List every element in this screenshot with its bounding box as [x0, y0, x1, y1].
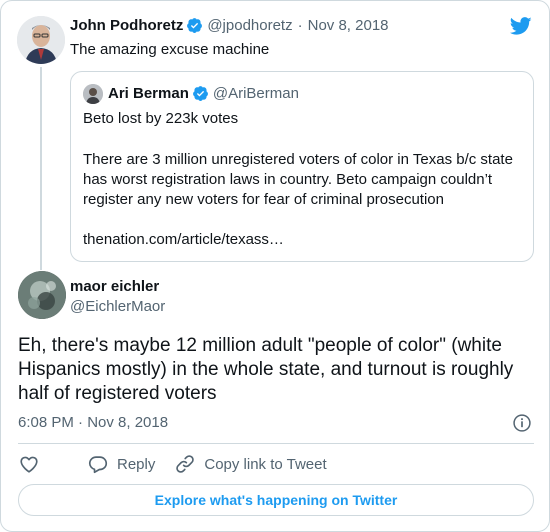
reply-label: Reply	[117, 455, 156, 473]
info-icon[interactable]	[512, 413, 532, 433]
quoted-text-line: has worst registration laws in country. …	[83, 171, 493, 188]
avatar[interactable]	[83, 84, 103, 104]
reply-bubble-icon	[88, 456, 108, 474]
avatar[interactable]	[18, 271, 66, 319]
verified-badge-icon	[192, 86, 208, 101]
author-handle[interactable]: @AriBerman	[213, 85, 299, 102]
author-handle[interactable]: @jpodhoretz	[207, 17, 292, 34]
parent-author-row: John Podhoretz @jpodhoretz · Nov 8, 2018	[70, 17, 389, 34]
tweet-embed-card: John Podhoretz @jpodhoretz · Nov 8, 2018…	[0, 0, 550, 532]
avatar[interactable]	[17, 16, 65, 64]
parent-tweet-text: The amazing excuse machine	[70, 41, 270, 58]
quoted-link[interactable]: thenation.com/article/texass…	[83, 230, 284, 250]
separator-dot: ·	[297, 17, 303, 34]
copy-link-label: Copy link to Tweet	[204, 455, 327, 473]
tweet-text: Eh, there's maybe 12 million adult "peop…	[18, 335, 514, 404]
link-icon	[176, 455, 195, 473]
author-name[interactable]: Ari Berman	[108, 85, 189, 102]
quoted-author-row: Ari Berman @AriBerman	[108, 85, 299, 102]
verified-badge-icon	[187, 18, 203, 33]
tweet-timestamp[interactable]: 6:08 PM · Nov 8, 2018	[18, 414, 168, 431]
quoted-text-line: There are 3 million unregistered voters …	[83, 151, 513, 168]
quoted-text-line: register any new voters for fear of crim…	[83, 191, 444, 208]
explore-button[interactable]: Explore what's happening on Twitter	[18, 484, 534, 516]
author-name[interactable]: John Podhoretz	[70, 17, 183, 34]
tweet-date[interactable]: Nov 8, 2018	[308, 17, 389, 34]
divider	[18, 443, 534, 444]
author-name[interactable]: maor eichler	[70, 278, 159, 295]
thread-connector	[40, 67, 42, 270]
quoted-tweet[interactable]: Ari Berman @AriBerman Beto lost by 223k …	[70, 71, 534, 262]
twitter-bird-icon[interactable]	[509, 15, 533, 37]
quoted-text-line: Beto lost by 223k votes	[83, 110, 239, 127]
like-button[interactable]	[18, 453, 68, 475]
author-handle[interactable]: @EichlerMaor	[70, 298, 165, 315]
reply-button[interactable]: Reply	[87, 453, 155, 475]
heart-icon	[20, 456, 38, 473]
tweet-actions: Reply Copy link to Tweet	[18, 453, 346, 475]
copy-link-button[interactable]: Copy link to Tweet	[174, 453, 327, 475]
